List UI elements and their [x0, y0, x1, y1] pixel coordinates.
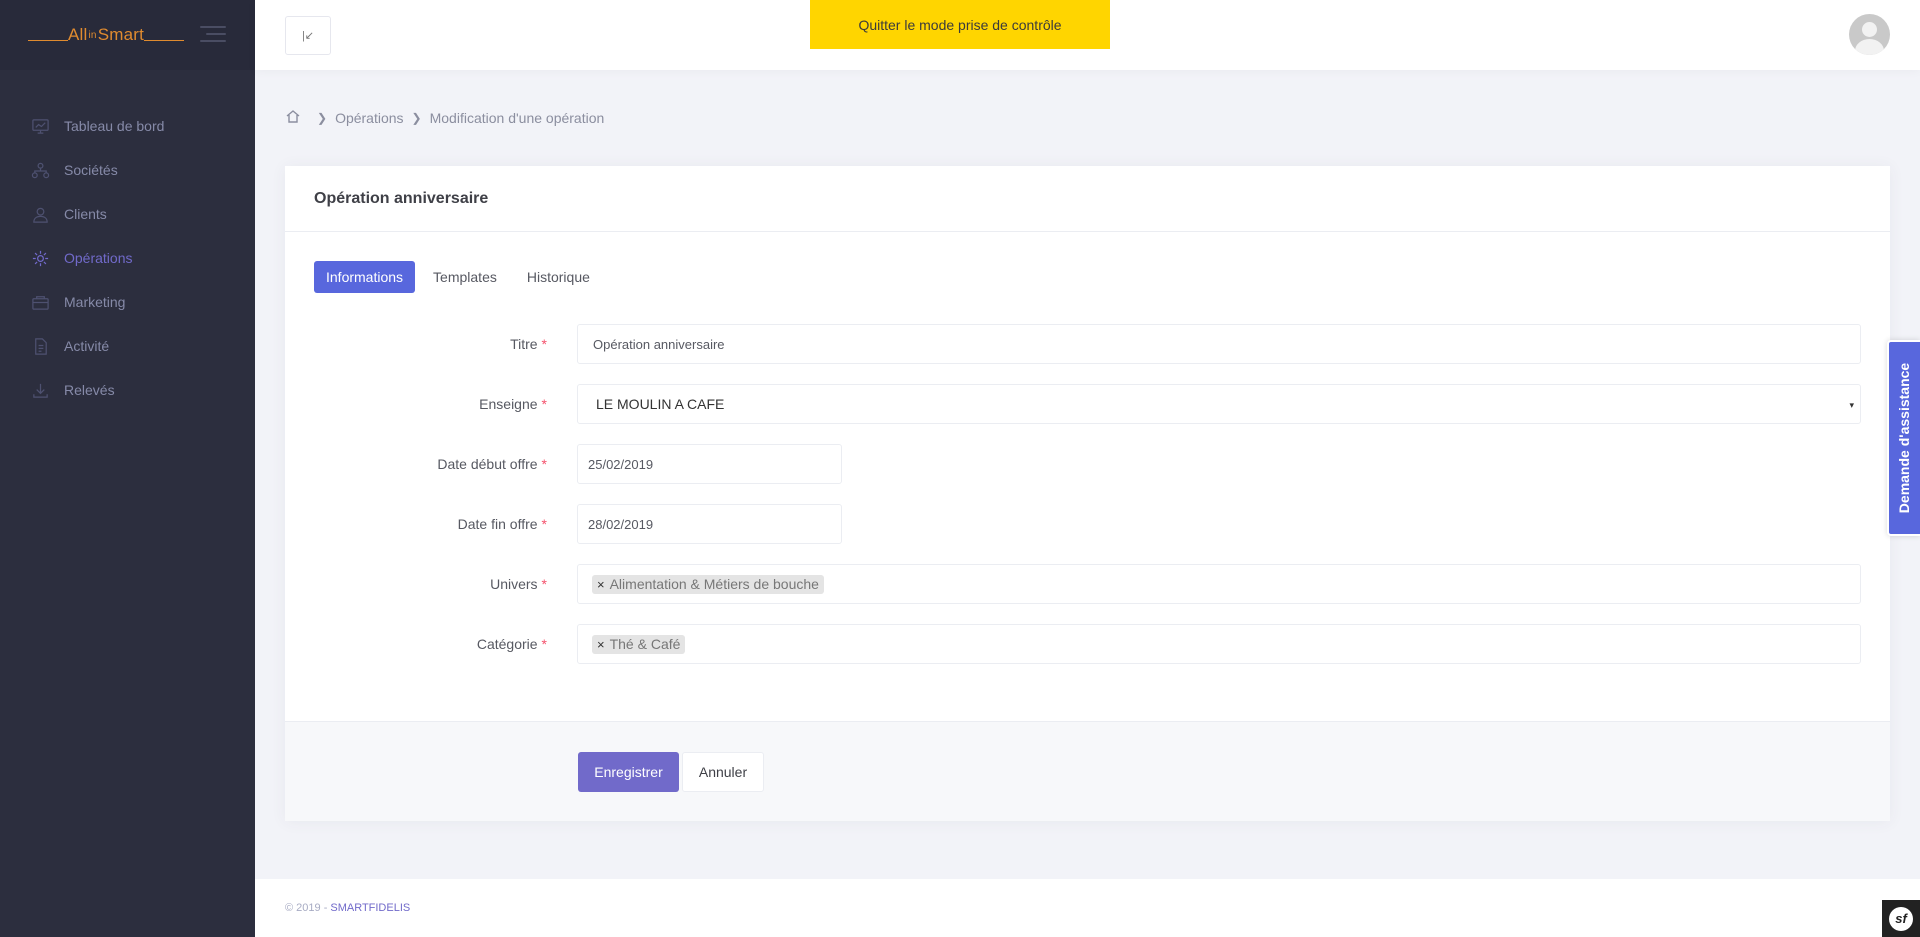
footer-company-link[interactable]: SMARTFIDELIS — [330, 902, 410, 914]
sidebar-item-tableau-de-bord[interactable]: Tableau de bord — [0, 104, 255, 148]
enseigne-label: Enseigne * — [479, 396, 547, 412]
enseigne-selected-value: LE MOULIN A CAFE — [596, 396, 725, 412]
sidebar-item-operations[interactable]: Opérations — [0, 236, 255, 280]
form-row-univers: Univers * × Alimentation & Métiers de bou… — [285, 564, 1890, 604]
symfony-toolbar-icon[interactable]: sf — [1882, 900, 1920, 937]
save-button[interactable]: Enregistrer — [578, 752, 679, 792]
categorie-tag-label: Thé & Café — [609, 636, 681, 652]
date-fin-label: Date fin offre * — [457, 516, 547, 532]
logo-in: in — [88, 29, 97, 41]
tab-informations[interactable]: Informations — [314, 261, 416, 293]
date-debut-input[interactable]: 25/02/2019 — [577, 444, 842, 484]
sidebar: All in Smart Tableau de bord Sociétés Cl… — [0, 0, 255, 937]
exit-takeover-button[interactable]: Quitter le mode prise de contrôle — [810, 0, 1110, 49]
form-row-enseigne: Enseigne * LE MOULIN A CAFE ▾ — [285, 384, 1890, 424]
logo-line-right — [144, 39, 185, 41]
sidebar-item-label: Tableau de bord — [64, 118, 165, 134]
categorie-tag: × Thé & Café — [592, 634, 686, 654]
date-fin-input[interactable]: 28/02/2019 — [577, 504, 842, 544]
required-marker: * — [541, 336, 547, 352]
user-avatar[interactable] — [1849, 14, 1890, 55]
chevron-right-icon: ❯ — [317, 110, 328, 125]
tag-remove-icon[interactable]: × — [597, 577, 605, 592]
sidebar-item-label: Clients — [64, 206, 107, 222]
required-marker: * — [541, 456, 547, 472]
logo-smart: Smart — [97, 25, 145, 44]
footer-copyright: © 2019 - — [285, 902, 328, 914]
caret-down-icon: ▾ — [1849, 400, 1854, 410]
titre-input[interactable]: Opération anniversaire — [577, 324, 1861, 364]
univers-multiselect[interactable]: × Alimentation & Métiers de bouche — [577, 564, 1861, 604]
categorie-multiselect[interactable]: × Thé & Café — [577, 624, 1861, 664]
chevron-right-icon: ❯ — [411, 110, 422, 125]
card-header: Opération anniversaire — [285, 166, 1890, 232]
required-marker: * — [541, 636, 547, 652]
logo-line-left — [28, 39, 68, 41]
univers-label: Univers * — [490, 576, 547, 592]
home-icon[interactable] — [285, 108, 301, 127]
dashboard-icon — [30, 116, 50, 136]
sidebar-item-activite[interactable]: Activité — [0, 324, 255, 368]
cancel-button[interactable]: Annuler — [682, 752, 764, 792]
form-row-titre: Titre * Opération anniversaire — [285, 324, 1890, 364]
brand-bar: All in Smart — [0, 0, 255, 70]
org-chart-icon — [30, 160, 50, 180]
avatar-head — [1862, 22, 1877, 37]
breadcrumb-current: Modification d'une opération — [429, 109, 605, 126]
activity-icon — [30, 336, 50, 356]
sidebar-item-societes[interactable]: Sociétés — [0, 148, 255, 192]
page-footer: © 2019 - SMARTFIDELIS — [255, 879, 1920, 937]
sidebar-menu: Tableau de bord Sociétés Clients Opérati… — [0, 104, 255, 412]
breadcrumb: ❯ Opérations ❯ Modification d'une opérat… — [285, 108, 604, 127]
form-row-date-debut: Date début offre * 25/02/2019 — [285, 444, 1890, 484]
operations-icon — [30, 248, 50, 268]
assistance-label: Demande d'assistance — [1896, 362, 1913, 514]
titre-label: Titre * — [510, 336, 547, 352]
assistance-request-tab[interactable]: Demande d'assistance — [1887, 340, 1920, 536]
marketing-icon — [30, 292, 50, 312]
operation-card: Opération anniversaire Informations Temp… — [285, 166, 1890, 821]
sidebar-item-label: Marketing — [64, 294, 126, 310]
form-row-date-fin: Date fin offre * 28/02/2019 — [285, 504, 1890, 544]
univers-tag: × Alimentation & Métiers de bouche — [592, 574, 824, 594]
sidebar-item-label: Opérations — [64, 250, 133, 266]
users-icon — [30, 204, 50, 224]
required-marker: * — [541, 396, 547, 412]
tag-remove-icon[interactable]: × — [597, 637, 605, 652]
top-header: |↙ Quitter le mode prise de contrôle — [255, 0, 1920, 70]
categorie-label: Catégorie * — [476, 636, 547, 652]
avatar-body — [1855, 39, 1884, 55]
date-debut-label: Date début offre * — [437, 456, 547, 472]
tab-historique[interactable]: Historique — [515, 261, 602, 293]
sidebar-item-releves[interactable]: Relevés — [0, 368, 255, 412]
logo[interactable]: All in Smart — [28, 25, 185, 45]
sidebar-item-label: Sociétés — [64, 162, 118, 178]
menu-toggle-icon[interactable] — [200, 26, 226, 44]
header-toggle-button[interactable]: |↙ — [285, 16, 331, 55]
univers-tag-label: Alimentation & Métiers de bouche — [609, 576, 819, 592]
card-title: Opération anniversaire — [314, 189, 489, 207]
sidebar-item-marketing[interactable]: Marketing — [0, 280, 255, 324]
breadcrumb-operations[interactable]: Opérations — [335, 110, 403, 126]
sidebar-item-label: Activité — [64, 338, 110, 354]
logo-all: All — [68, 25, 88, 44]
tab-bar: Informations Templates Historique — [314, 261, 608, 293]
enseigne-select[interactable]: LE MOULIN A CAFE ▾ — [577, 384, 1861, 424]
symfony-badge: sf — [1889, 906, 1913, 931]
required-marker: * — [541, 576, 547, 592]
sidebar-item-clients[interactable]: Clients — [0, 192, 255, 236]
tab-templates[interactable]: Templates — [421, 261, 509, 293]
required-marker: * — [541, 516, 547, 532]
download-icon — [30, 380, 50, 400]
form-row-categorie: Catégorie * × Thé & Café — [285, 624, 1890, 664]
form-actions: Enregistrer Annuler — [285, 721, 1890, 821]
sidebar-item-label: Relevés — [64, 382, 115, 398]
